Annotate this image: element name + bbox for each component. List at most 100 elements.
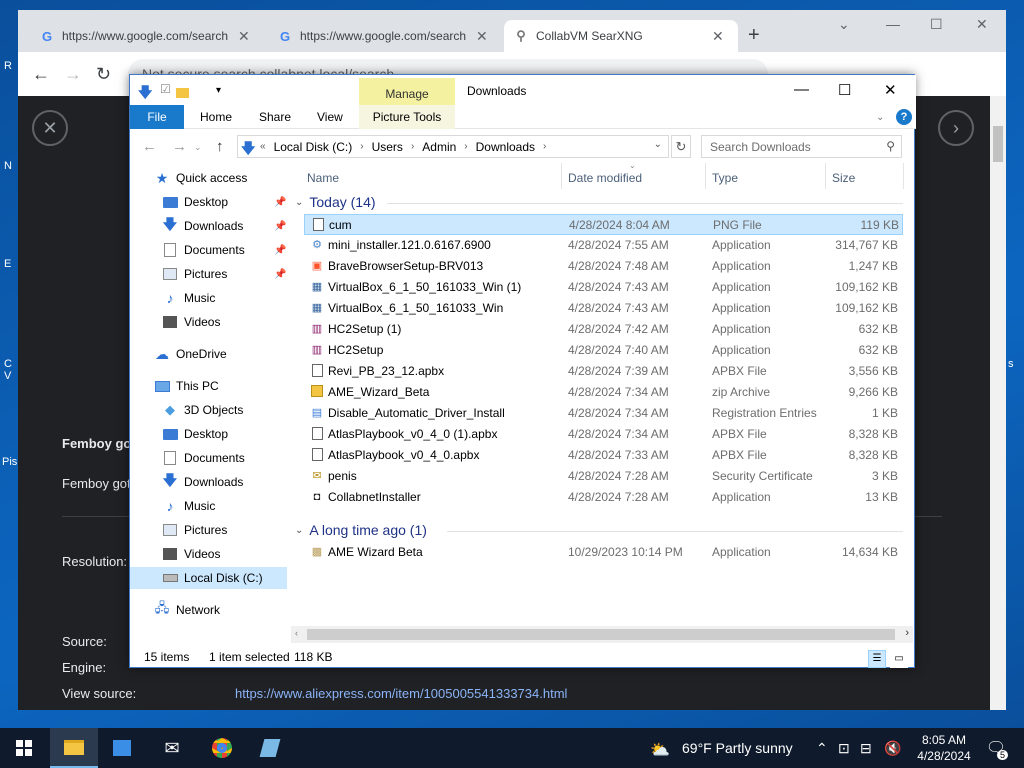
reload-icon[interactable]: ↻ [96,64,111,85]
network-icon[interactable]: ⊟ [860,740,872,757]
properties-icon[interactable]: ☑ [160,82,171,96]
column-size[interactable]: Size [832,171,855,185]
tab-file[interactable]: File [130,105,184,129]
store-icon[interactable] [98,728,146,768]
nav-item[interactable]: This PC [130,375,287,397]
breadcrumb[interactable]: Local Disk (C:) [274,140,353,154]
minimize-icon[interactable]: — [794,81,809,98]
refresh-icon[interactable]: ↻ [671,135,691,158]
nav-item[interactable]: Videos [130,311,287,333]
tab-picture-tools[interactable]: Picture Tools [359,105,455,129]
file-row[interactable]: ▩ AME Wizard Beta 10/29/2023 10:14 PM Appli… [304,542,903,563]
maximize-icon[interactable]: ☐ [838,81,851,99]
nav-item[interactable]: Documents 📌 [130,239,287,261]
close-icon[interactable]: ✕ [238,28,250,45]
breadcrumb[interactable]: Admin [422,140,456,154]
chevron-down-icon[interactable]: ⌄ [876,112,884,123]
view-source-link[interactable]: https://www.aliexpress.com/item/10050055… [235,686,567,701]
search-input[interactable]: Search Downloads ⚲ [701,135,902,158]
breadcrumb[interactable]: Downloads [476,140,535,154]
file-row[interactable]: ▦ VirtualBox_6_1_50_161033_Win (1) 4/28/20… [304,277,903,298]
desktop-icon-label[interactable]: N [4,160,12,172]
nav-item[interactable]: Pictures 📌 [130,263,287,285]
forward-icon[interactable]: → [172,138,187,155]
chevron-down-icon[interactable]: ▾ [216,85,221,96]
nav-item[interactable]: ♪ Music [130,495,287,517]
close-icon[interactable]: ✕ [712,28,724,45]
file-row[interactable]: cum 4/28/2024 8:04 AM PNG File 119 KB [304,214,903,235]
nav-item[interactable]: Desktop [130,423,287,445]
thumbnail-view-icon[interactable]: ▭ [890,650,908,668]
volume-muted-icon[interactable]: 🔇 [884,740,901,757]
desktop-icon-label[interactable]: Pis [2,456,17,468]
desktop-icon-label[interactable]: s [1008,358,1014,370]
scroll-thumb[interactable] [307,629,895,640]
chevron-down-icon[interactable]: ⌄ [194,142,202,153]
new-tab-icon[interactable]: + [748,24,760,47]
chevron-right-icon[interactable]: › [905,627,909,639]
desktop-icon-label[interactable]: C V [4,358,18,382]
file-row[interactable]: ✉ penis 4/28/2024 7:28 AM Security Certific… [304,466,903,487]
nav-item[interactable]: Videos [130,543,287,565]
nav-item[interactable]: Pictures [130,519,287,541]
column-date[interactable]: Date modified [568,171,642,185]
tab-view[interactable]: View [317,110,343,124]
file-row[interactable]: ▥ HC2Setup 4/28/2024 7:40 AM Application 632… [304,340,903,361]
up-arrow-icon[interactable]: ↑ [216,138,224,155]
breadcrumb[interactable]: Users [372,140,403,154]
notification-icon[interactable]: 🗨 5 [976,728,1016,768]
clock[interactable]: 8:05 AM 4/28/2024 [916,732,972,764]
start-icon[interactable] [0,728,48,768]
group-header[interactable]: ⌄ A long time ago (1) [295,522,427,538]
nav-item[interactable]: ☁ OneDrive [130,343,287,365]
file-row[interactable]: ◘ CollabnetInstaller 4/28/2024 7:28 AM Appl… [304,487,903,508]
file-row[interactable]: ▣ BraveBrowserSetup-BRV013 4/28/2024 7:48 … [304,256,903,277]
nav-item[interactable]: 🖧 Network [130,599,287,621]
browser-tab-active[interactable]: ⚲ CollabVM SearXNG ✕ [504,20,738,52]
chevron-right-icon[interactable]: › [938,110,974,146]
maximize-icon[interactable]: ☐ [930,16,943,33]
weather-icon[interactable]: ⛅ [650,740,670,760]
address-bar[interactable]: 🡇 « Local Disk (C:) › Users › Admin › Downl… [237,135,669,158]
file-row[interactable]: AME_Wizard_Beta 4/28/2024 7:34 AM zip Arch… [304,382,903,403]
tab-home[interactable]: Home [200,110,232,124]
folder-icon[interactable] [176,85,189,101]
desktop-icon-label[interactable]: R [4,60,12,72]
app-icon[interactable] [246,728,294,768]
nav-item[interactable]: Local Disk (C:) [130,567,287,589]
file-row[interactable]: AtlasPlaybook_v0_4_0 (1).apbx 4/28/2024 7… [304,424,903,445]
nav-item[interactable]: Desktop 📌 [130,191,287,213]
close-icon[interactable]: ✕ [884,81,897,99]
nav-item[interactable]: 🡇 Downloads 📌 [130,215,287,237]
file-row[interactable]: ▤ Disable_Automatic_Driver_Install 4/28/20… [304,403,903,424]
weather-text[interactable]: 69°F Partly sunny [682,740,793,756]
column-name[interactable]: Name [307,171,339,185]
chevron-left-icon[interactable]: ‹ [295,628,298,638]
group-header[interactable]: ⌄ Today (14) [295,194,376,210]
download-icon[interactable]: 🡇 [138,82,152,106]
file-row[interactable]: AtlasPlaybook_v0_4_0.apbx 4/28/2024 7:33 … [304,445,903,466]
meet-icon[interactable]: ⊡ [838,740,850,757]
file-row[interactable]: Revi_PB_23_12.apbx 4/28/2024 7:39 AM APBX … [304,361,903,382]
file-row[interactable]: ⚙ mini_installer.121.0.6167.6900 4/28/2024… [304,235,903,256]
desktop-icon-label[interactable]: E [4,258,11,270]
nav-item[interactable]: ♪ Music [130,287,287,309]
browser-tab[interactable]: G https://www.google.com/search ✕ [30,20,260,52]
close-icon[interactable]: ✕ [976,16,988,33]
browser-tab[interactable]: G https://www.google.com/search ✕ [268,20,498,52]
column-type[interactable]: Type [712,171,738,185]
back-icon[interactable]: ← [32,64,50,85]
manage-tab[interactable]: Manage [359,78,455,106]
help-icon[interactable]: ? [896,109,912,125]
mail-icon[interactable]: ✉ [148,728,196,768]
chevron-up-icon[interactable]: ⌃ [816,740,828,757]
back-icon[interactable]: ← [142,138,157,155]
forward-icon[interactable]: → [64,64,82,85]
chevron-down-icon[interactable]: ⌄ [838,16,850,33]
nav-item[interactable]: 🡇 Downloads [130,471,287,493]
chevron-down-icon[interactable]: ⌄ [654,139,662,150]
close-icon[interactable]: ✕ [476,28,488,45]
tab-share[interactable]: Share [259,110,291,124]
page-scrollbar[interactable] [990,96,1006,710]
nav-item[interactable]: Documents [130,447,287,469]
